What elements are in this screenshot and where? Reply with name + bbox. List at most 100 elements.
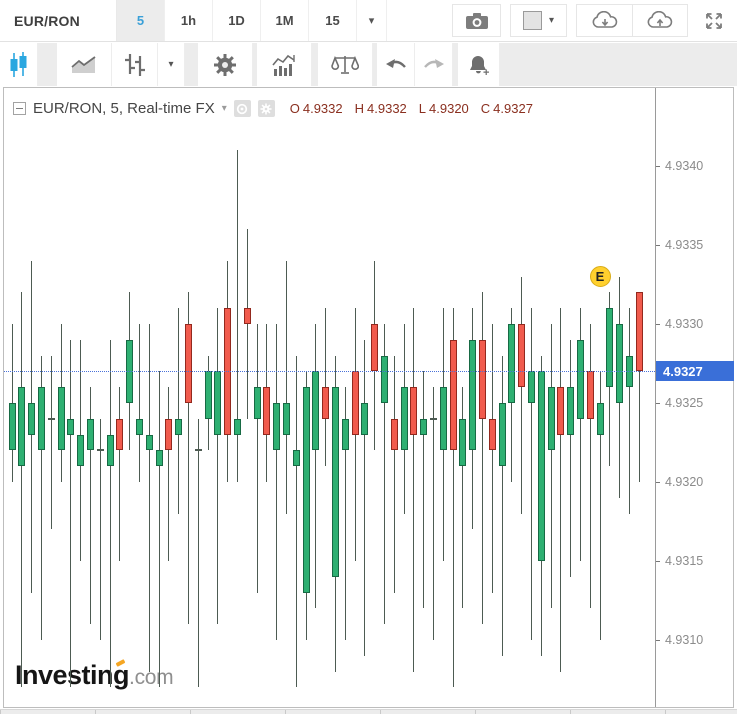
candle-down [410, 387, 417, 434]
candle-wick [70, 340, 71, 688]
candle-wick [364, 340, 365, 656]
candle-wick [560, 308, 561, 671]
scales-icon [331, 54, 359, 76]
legend-dropdown-caret[interactable]: ▾ [222, 103, 227, 114]
area-style-button[interactable] [57, 43, 112, 86]
legend-collapse-button[interactable] [13, 102, 26, 115]
indicators-button[interactable] [257, 43, 312, 86]
theme-swatch-button[interactable]: ▾ [510, 4, 567, 37]
candle-down [371, 324, 378, 371]
candle-up [508, 324, 515, 403]
undo-button[interactable] [377, 43, 415, 86]
top-toolbar: EUR/RON 5 1h 1D 1M 15 ▾ ▾ [0, 0, 737, 42]
interval-button-15[interactable]: 15 [309, 0, 357, 41]
bars-style-button[interactable] [112, 43, 158, 86]
save-chart-button[interactable] [632, 5, 687, 36]
area-chart-icon [71, 56, 97, 74]
candle-wick [531, 308, 532, 640]
fullscreen-button[interactable] [697, 4, 731, 37]
cloud-download-icon [591, 11, 619, 31]
candle-wick [355, 308, 356, 561]
y-axis-tick: 4.9320 [656, 475, 703, 489]
interval-button-1d[interactable]: 1D [213, 0, 261, 41]
candle-up [538, 371, 545, 561]
candle-down [263, 387, 270, 434]
candle-up [459, 419, 466, 466]
price-axis[interactable]: 4.93404.93354.93304.93254.93204.93154.93… [655, 88, 733, 707]
symbol-input[interactable]: EUR/RON [0, 0, 117, 41]
candle-wick [257, 324, 258, 593]
candle-up [577, 340, 584, 419]
visibility-toggle-button[interactable] [234, 100, 251, 117]
interval-dropdown-caret[interactable]: ▾ [357, 0, 387, 41]
candle-wick [296, 356, 297, 688]
redo-button[interactable] [415, 43, 453, 86]
cloud-buttons [576, 4, 688, 37]
candle-up [440, 387, 447, 450]
candle-up [67, 419, 74, 435]
candle-up [499, 403, 506, 466]
current-price-line [4, 371, 655, 372]
candle-up [303, 387, 310, 592]
candle-up [548, 387, 555, 450]
y-axis-tick: 4.9310 [656, 633, 703, 647]
alert-bell-icon: + [467, 53, 491, 77]
toolbar-gap [500, 43, 737, 86]
ohlc-open-label: O [290, 101, 300, 116]
candle-up [205, 371, 212, 418]
eye-circle-icon [236, 103, 248, 115]
candle-up [469, 340, 476, 451]
candle-up [38, 387, 45, 450]
candle-up [214, 371, 221, 434]
settings-button[interactable] [198, 43, 253, 86]
candle-up [9, 403, 16, 450]
candle-up [58, 387, 65, 450]
compare-button[interactable] [318, 43, 373, 86]
candle-wick [139, 324, 140, 482]
candle-wick [570, 340, 571, 577]
candle-up [430, 418, 437, 420]
candle-up [97, 449, 104, 451]
y-axis-tick: 4.9315 [656, 554, 703, 568]
series-settings-button[interactable] [258, 100, 275, 117]
load-chart-button[interactable] [577, 5, 632, 36]
candle-down [352, 371, 359, 434]
candle-down [518, 324, 525, 387]
ohlc-close-label: C [481, 101, 490, 116]
candle-up [156, 450, 163, 466]
chevron-down-icon: ▾ [549, 15, 554, 26]
candle-wick [286, 261, 287, 514]
candle-wick [413, 308, 414, 671]
chart-canvas[interactable]: EUR/RON, 5, Real-time FX ▾ [4, 88, 655, 707]
camera-icon [465, 12, 489, 30]
interval-button-1m[interactable]: 1M [261, 0, 309, 41]
candle-wick [168, 387, 169, 561]
redo-icon [423, 56, 445, 74]
candle-wick [629, 308, 630, 513]
candle-up [597, 403, 604, 435]
ohlc-bars-icon [124, 52, 146, 78]
snapshot-button[interactable] [452, 4, 501, 37]
candle-up [195, 449, 202, 451]
interval-button-5[interactable]: 5 [117, 0, 165, 41]
add-alert-button[interactable]: + [458, 43, 500, 86]
candle-wick [433, 387, 434, 640]
candle-wick [492, 324, 493, 593]
candle-up [273, 403, 280, 450]
legend-title[interactable]: EUR/RON, 5, Real-time FX [33, 100, 215, 117]
time-axis-strip[interactable] [0, 709, 737, 714]
candlestick-style-button[interactable] [0, 43, 38, 86]
candle-down [489, 419, 496, 451]
style-dropdown-caret[interactable]: ▾ [158, 43, 185, 86]
svg-text:+: + [483, 67, 489, 77]
interval-button-1h[interactable]: 1h [165, 0, 213, 41]
candle-down [116, 419, 123, 451]
candle-up [361, 403, 368, 435]
candlestick-icon [9, 52, 29, 78]
candle-wick [149, 324, 150, 672]
event-marker[interactable]: E [590, 266, 611, 287]
candle-wick [551, 324, 552, 608]
candle-down [479, 340, 486, 419]
candle-down [322, 387, 329, 419]
y-axis-tick: 4.9325 [656, 396, 703, 410]
